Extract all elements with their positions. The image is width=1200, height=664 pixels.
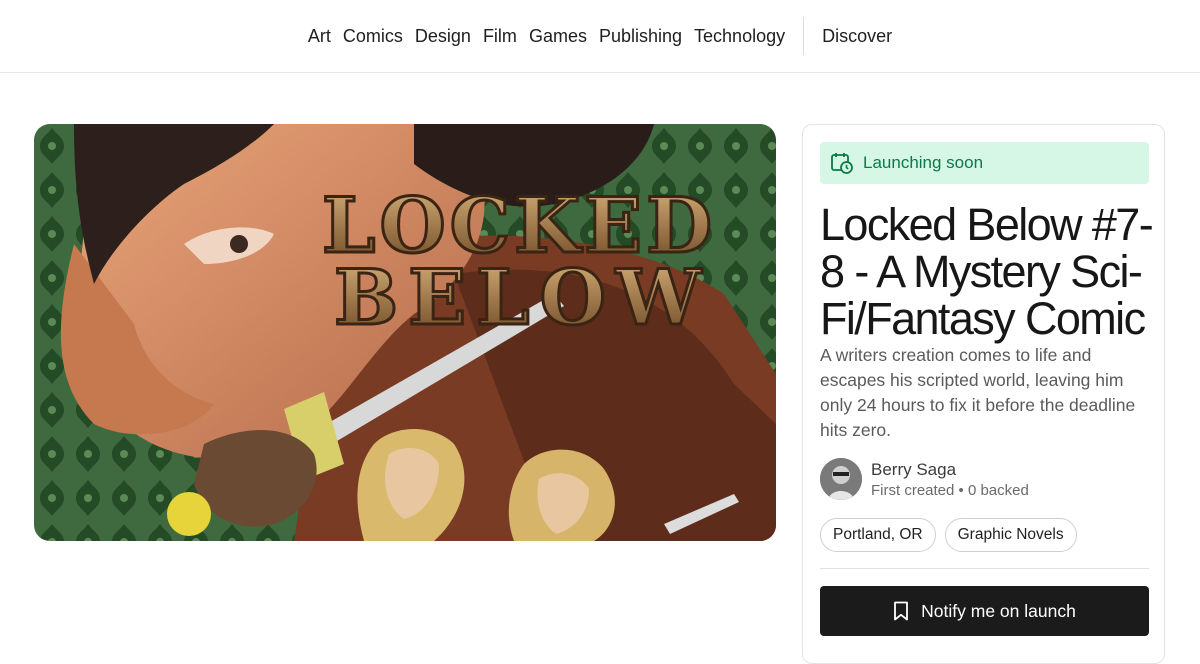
svg-text:BELOW: BELOW xyxy=(334,253,711,342)
creator-avatar[interactable] xyxy=(820,458,862,500)
launch-status-label: Launching soon xyxy=(863,153,984,172)
nav-divider xyxy=(803,17,805,55)
nav-film[interactable]: Film xyxy=(483,25,517,47)
category-nav: Art Comics Design Film Games Publishing … xyxy=(0,0,1200,73)
project-info-card: Launching soon Locked Below #7-8 - A Mys… xyxy=(802,124,1165,664)
project-hero-image[interactable]: LOCKED BELOW xyxy=(34,124,776,541)
creator-info[interactable]: Berry Saga First created • 0 backed xyxy=(820,458,1150,502)
tag-category[interactable]: Graphic Novels xyxy=(944,518,1077,552)
creator-meta: First created • 0 backed xyxy=(871,482,1029,499)
nav-comics[interactable]: Comics xyxy=(343,25,403,47)
bookmark-icon xyxy=(894,601,909,621)
nav-games[interactable]: Games xyxy=(529,25,587,47)
project-title: Locked Below #7-8 - A Mystery Sci-Fi/Fan… xyxy=(820,199,1154,344)
project-tags: Portland, OR Graphic Novels xyxy=(820,518,1086,552)
creator-avatar-image xyxy=(820,458,862,500)
project-blurb: A writers creation comes to life and esc… xyxy=(820,345,1136,440)
nav-technology[interactable]: Technology xyxy=(694,25,785,47)
comic-cover-art: LOCKED BELOW xyxy=(34,124,776,541)
calendar-clock-icon xyxy=(831,153,853,174)
nav-art[interactable]: Art xyxy=(308,25,331,47)
launch-status-banner: Launching soon xyxy=(820,142,1149,184)
card-divider xyxy=(820,568,1149,569)
nav-design[interactable]: Design xyxy=(415,25,471,47)
notify-me-label: Notify me on launch xyxy=(921,600,1076,621)
tag-location[interactable]: Portland, OR xyxy=(820,518,936,552)
creator-name[interactable]: Berry Saga xyxy=(871,460,956,480)
notify-me-button[interactable]: Notify me on launch xyxy=(820,586,1149,636)
nav-publishing[interactable]: Publishing xyxy=(599,25,682,47)
nav-discover[interactable]: Discover xyxy=(822,25,892,47)
category-nav-inner: Art Comics Design Film Games Publishing … xyxy=(0,0,1200,72)
